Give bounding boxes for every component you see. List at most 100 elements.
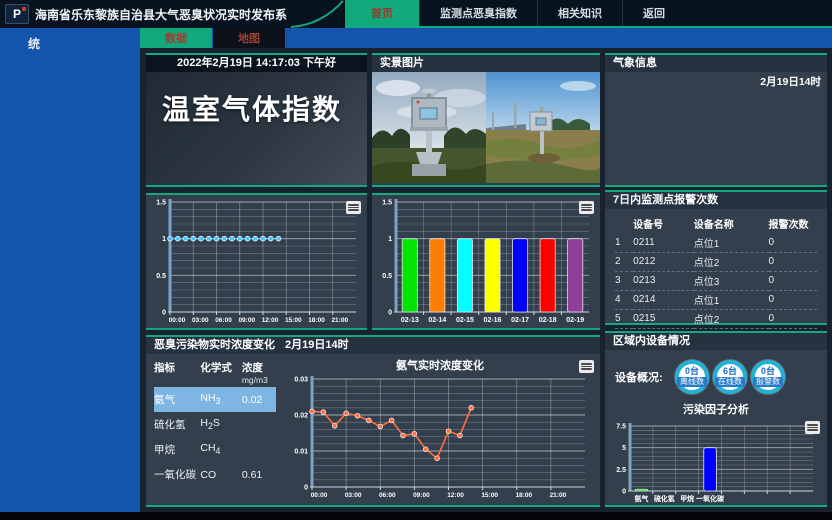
station-photo-right	[486, 72, 600, 183]
daily-index-bar-chart[interactable]: 00.511.502-1302-1402-1502-1602-1702-1802…	[372, 195, 596, 326]
menu-item-home[interactable]: 首页	[345, 0, 419, 26]
weather-time: 2月19日14时	[611, 74, 821, 89]
weather-panel-title: 气象信息	[613, 55, 657, 72]
menu-item-back[interactable]: 返回	[622, 0, 685, 26]
odor-index-line-chart[interactable]: 00.511.500:0003:0006:0009:0012:0015:0018…	[146, 195, 363, 326]
weather-panel: 气象信息 2月19日14时	[605, 53, 827, 187]
svg-text:02-17: 02-17	[511, 317, 529, 324]
pollutant-row[interactable]: 氨气NH30.02	[154, 387, 276, 412]
table-cell: 0.02	[242, 387, 276, 412]
pollutant-row[interactable]: 一氧化碳CO0.61	[154, 462, 276, 487]
svg-text:02-14: 02-14	[428, 317, 446, 324]
svg-text:7.5: 7.5	[616, 424, 626, 431]
decorative-swoosh	[291, 0, 345, 28]
svg-text:21:00: 21:00	[550, 492, 567, 499]
pollutant-row[interactable]: 硫化氢H2S	[154, 412, 276, 437]
alarm-count-value: 0台	[761, 367, 775, 376]
station-photo-left	[372, 72, 486, 183]
table-row: 30213点位30	[615, 272, 817, 291]
svg-text:06:00: 06:00	[215, 317, 232, 324]
svg-text:1.5: 1.5	[382, 200, 392, 207]
svg-text:硫化氢: 硫化氢	[654, 494, 675, 503]
pollution-factor-title: 污染因子分析	[605, 401, 827, 417]
svg-text:18:00: 18:00	[308, 317, 325, 324]
chart-menu-icon[interactable]	[579, 201, 594, 214]
svg-text:03:00: 03:00	[345, 492, 362, 499]
table-cell: 点位2	[694, 310, 769, 329]
view-tabbar: 数据 地图	[140, 28, 832, 48]
table-cell: 0	[769, 272, 818, 291]
svg-text:0: 0	[388, 310, 392, 317]
table-cell: CH4	[200, 437, 241, 462]
svg-text:0.5: 0.5	[156, 273, 166, 280]
table-header-row: 设备号 设备名称 报警次数	[615, 214, 817, 234]
menu-item-odor-index[interactable]: 监测点恶臭指数	[419, 0, 537, 26]
tab-map[interactable]: 地图	[213, 28, 285, 48]
main-menu: 首页 监测点恶臭指数 相关知识 返回	[345, 0, 832, 28]
app-window: P 海南省乐东黎族自治县大气恶臭状况实时发布系 首页 监测点恶臭指数 相关知识 …	[0, 0, 832, 520]
menu-item-knowledge[interactable]: 相关知识	[537, 0, 622, 26]
table-cell: 0.61	[242, 462, 276, 487]
table-cell: NH3	[200, 387, 241, 412]
col-alarm-count: 报警次数	[769, 214, 818, 234]
top-navbar: P 海南省乐东黎族自治县大气恶臭状况实时发布系 首页 监测点恶臭指数 相关知识 …	[0, 0, 832, 28]
svg-text:0.01: 0.01	[294, 449, 308, 456]
svg-text:0: 0	[304, 485, 308, 492]
svg-text:0: 0	[162, 310, 166, 317]
svg-text:02-18: 02-18	[539, 317, 557, 324]
table-cell: 甲烷	[154, 437, 200, 462]
svg-text:12:00: 12:00	[447, 492, 464, 499]
table-cell: 0212	[633, 253, 694, 272]
dashboard-content: 2022年2月19日 14:17:03 下午好 温室气体指数 00.511.50…	[140, 48, 832, 512]
table-row: 50215点位20	[615, 310, 817, 329]
app-title: 海南省乐东黎族自治县大气恶臭状况实时发布系	[35, 6, 287, 23]
table-cell: H2S	[200, 412, 241, 437]
table-cell: 点位2	[694, 253, 769, 272]
svg-text:一氧化碳: 一氧化碳	[696, 494, 725, 503]
alarm-count-label: 报警数	[753, 377, 783, 387]
table-cell	[242, 412, 276, 437]
ammonia-chart-title: 氨气实时浓度变化	[280, 357, 600, 373]
table-cell: 硫化氢	[154, 412, 200, 437]
offline-count-badge: 0台 离线数	[675, 360, 709, 394]
datetime-text: 2022年2月19日 14:17:03 下午好	[146, 55, 367, 72]
table-cell: 点位1	[694, 234, 769, 253]
odor-pollutant-panel: 恶臭污染物实时浓度变化 2月19日14时 指标 化学式 浓度 m	[146, 335, 600, 507]
svg-text:0.03: 0.03	[294, 377, 308, 384]
col-indicator: 指标	[154, 358, 200, 387]
svg-text:02-19: 02-19	[566, 317, 584, 324]
device-overview-label: 设备概况:	[615, 369, 671, 385]
photos-panel: 实景图片	[372, 53, 600, 187]
chart-menu-icon[interactable]	[805, 421, 820, 434]
chart-menu-icon[interactable]	[346, 201, 361, 214]
svg-text:00:00: 00:00	[169, 317, 186, 324]
table-cell: 氨气	[154, 387, 200, 412]
daily-index-chart-panel: 00.511.502-1302-1402-1502-1602-1702-1802…	[372, 193, 600, 330]
table-cell: 2	[615, 253, 633, 272]
ammonia-line-chart[interactable]: 00.010.020.0300:0003:0006:0009:0012:0015…	[280, 372, 592, 501]
table-cell: 4	[615, 291, 633, 310]
devices-panel: 区域内设备情况 设备概况: 0台 离线数 6台 在线数 0台 报警数	[605, 331, 827, 507]
svg-text:03:00: 03:00	[192, 317, 209, 324]
svg-text:1.5: 1.5	[156, 200, 166, 207]
bottom-border	[0, 512, 832, 520]
svg-text:06:00: 06:00	[379, 492, 396, 499]
devices-panel-title: 区域内设备情况	[613, 333, 690, 350]
col-formula: 化学式	[200, 358, 241, 387]
left-sidebar: 统	[0, 28, 140, 512]
pollution-factor-bar-chart[interactable]: 02.557.5氨气硫化氢甲烷一氧化碳	[608, 419, 820, 505]
table-header-row: 指标 化学式 浓度 mg/m3	[154, 358, 276, 387]
svg-text:1: 1	[162, 236, 166, 243]
tab-data[interactable]: 数据	[140, 28, 212, 48]
chart-menu-icon[interactable]	[579, 360, 594, 373]
table-cell: 0215	[633, 310, 694, 329]
svg-text:02-16: 02-16	[484, 317, 502, 324]
table-row: 40214点位10	[615, 291, 817, 310]
table-cell: 0	[769, 234, 818, 253]
table-row: 10211点位10	[615, 234, 817, 253]
concentration-unit: mg/m3	[242, 375, 276, 385]
table-cell: 0	[769, 291, 818, 310]
svg-text:甲烷: 甲烷	[680, 494, 694, 503]
svg-text:02-15: 02-15	[456, 317, 474, 324]
pollutant-row[interactable]: 甲烷CH4	[154, 437, 276, 462]
